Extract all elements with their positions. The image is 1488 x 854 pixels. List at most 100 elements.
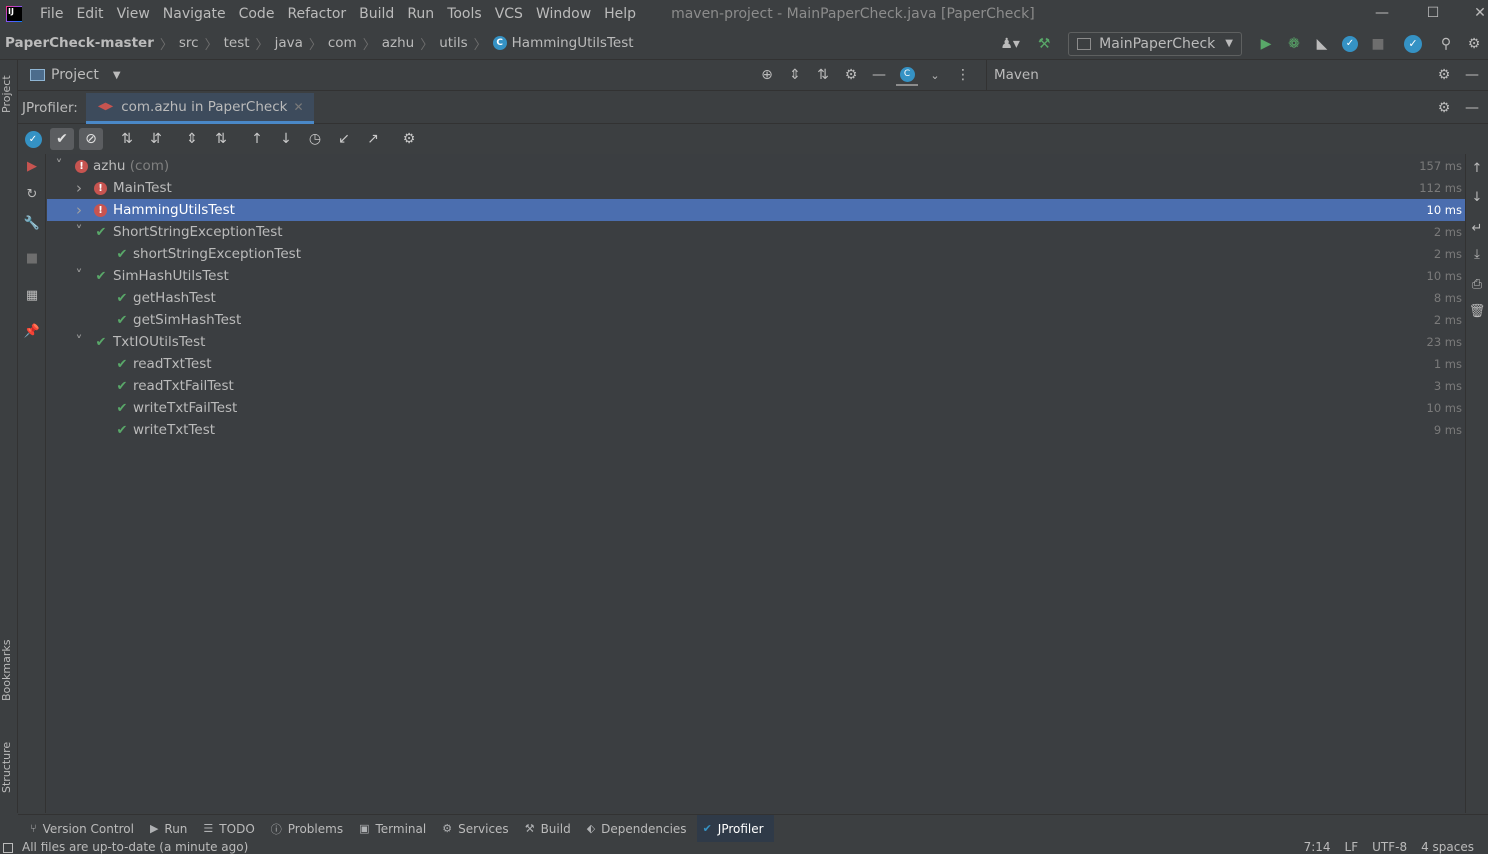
user-account-icon[interactable]: ♟▾ (993, 33, 1027, 55)
chevron-down-icon[interactable]: ˅ (53, 158, 65, 174)
sort-by-duration-icon[interactable]: ⇵ (144, 128, 168, 150)
chevron-down-icon[interactable]: ⌄ (924, 64, 946, 86)
stop-icon[interactable]: ■ (1367, 33, 1389, 55)
menu-view[interactable]: View (117, 6, 150, 22)
show-passed-toggle-icon[interactable]: ✔ (50, 128, 74, 150)
scroll-up-arrow-icon[interactable]: ↑ (1467, 160, 1487, 178)
breadcrumb-project[interactable]: PaperCheck-master (5, 35, 154, 51)
stop-icon[interactable]: ■ (23, 250, 41, 268)
bottom-tab-services[interactable]: ⚙ Services (436, 815, 518, 843)
profile-jprofiler-icon[interactable]: ✓ (1339, 33, 1361, 55)
bottom-tab-run[interactable]: ▶ Run (144, 815, 197, 843)
menu-edit[interactable]: Edit (76, 6, 103, 22)
menu-vcs[interactable]: VCS (495, 6, 523, 22)
status-checkbox-icon[interactable] (3, 843, 13, 853)
locate-crosshair-icon[interactable]: ⊕ (756, 64, 778, 86)
caret-position[interactable]: 7:14 (1304, 842, 1331, 854)
close-window-icon[interactable]: ✕ (1470, 3, 1488, 23)
chevron-down-icon[interactable]: ˅ (73, 224, 85, 240)
previous-failed-test-icon[interactable]: ↑ (245, 128, 269, 150)
menu-refactor[interactable]: Refactor (287, 6, 346, 22)
run-configuration-selector[interactable]: MainPaperCheck ▼ (1068, 31, 1242, 56)
collapse-all-icon[interactable]: ⇅ (209, 128, 233, 150)
bottom-tab-version-control[interactable]: ⑂ Version Control (24, 815, 144, 843)
scroll-to-end-icon[interactable]: ⤓ (1467, 246, 1487, 264)
run-icon[interactable]: ▶ (1255, 33, 1277, 55)
jprofiler-attach-icon[interactable]: ✓ (1402, 33, 1424, 55)
trash-icon[interactable]: 🗑 (1467, 303, 1487, 321)
chevron-down-icon[interactable]: ˅ (73, 334, 85, 350)
rerun-failed-tests-icon[interactable]: ▶ (23, 158, 41, 176)
bottom-tab-terminal[interactable]: ▣ Terminal (353, 815, 436, 843)
menu-file[interactable]: File (40, 6, 63, 22)
test-tree-row[interactable]: ›! HammingUtilsTest 10 ms (47, 199, 1465, 221)
settings-gear-icon[interactable]: ⚙ (1463, 33, 1485, 55)
gear-icon[interactable]: ⚙ (1433, 64, 1455, 86)
wrench-icon[interactable]: 🔧 (23, 215, 41, 233)
show-ignored-toggle-icon[interactable]: ⊘ (79, 128, 103, 150)
test-tree-row[interactable]: ✔ getHashTest 8 ms (47, 287, 1465, 309)
menu-help[interactable]: Help (604, 6, 636, 22)
next-failed-test-icon[interactable]: ↓ (274, 128, 298, 150)
jprofiler-tab-icon[interactable]: C (896, 64, 918, 86)
collapse-all-icon[interactable]: ⇅ (812, 64, 834, 86)
menu-run[interactable]: Run (407, 6, 434, 22)
project-panel-title[interactable]: Project (51, 67, 99, 83)
soft-wrap-icon[interactable]: ↵ (1467, 220, 1487, 238)
chevron-down-icon[interactable]: ▼ (113, 70, 121, 81)
structure-stripe-tab[interactable]: Structure (0, 732, 18, 802)
minimize-window-icon[interactable]: — (1372, 3, 1392, 23)
debug-bug-icon[interactable]: ❁ (1283, 33, 1305, 55)
expand-all-icon[interactable]: ⇕ (784, 64, 806, 86)
breadcrumb-azhu[interactable]: azhu (382, 35, 414, 51)
expand-all-icon[interactable]: ⇕ (180, 128, 204, 150)
scroll-down-arrow-icon[interactable]: ↓ (1467, 189, 1487, 207)
coverage-icon[interactable]: ◣ (1311, 33, 1333, 55)
test-tree-row[interactable]: ˅ ✔ ShortStringExceptionTest 2 ms (47, 221, 1465, 243)
test-tree-row[interactable]: ✔ readTxtTest 1 ms (47, 353, 1465, 375)
close-tab-icon[interactable]: ✕ (293, 100, 303, 114)
menu-navigate[interactable]: Navigate (163, 6, 226, 22)
hide-panel-icon[interactable]: — (1461, 97, 1483, 119)
sort-alphabetically-icon[interactable]: ⇅ (115, 128, 139, 150)
import-tests-icon[interactable]: ↙ (332, 128, 356, 150)
chevron-right-icon[interactable]: › (73, 179, 85, 197)
pin-icon[interactable]: 📌 (23, 323, 41, 341)
test-tree-row[interactable]: ˅! azhu (com) 157 ms (47, 155, 1465, 177)
gear-icon[interactable]: ⚙ (1433, 97, 1455, 119)
menu-window[interactable]: Window (536, 6, 591, 22)
bottom-tab-jprofiler[interactable]: ✔ JProfiler (696, 814, 774, 843)
maven-panel-title[interactable]: Maven (994, 67, 1039, 83)
line-ending[interactable]: LF (1345, 842, 1359, 854)
breadcrumb-test[interactable]: test (224, 35, 250, 51)
bottom-tab-build[interactable]: ⚒ Build (519, 815, 581, 843)
chevron-down-icon[interactable]: ˅ (73, 268, 85, 284)
bottom-tab-dependencies[interactable]: ⬖ Dependencies (581, 815, 697, 843)
indent-setting[interactable]: 4 spaces (1421, 842, 1474, 854)
breadcrumb-current-class[interactable]: C HammingUtilsTest (492, 35, 634, 51)
more-options-icon[interactable]: ⋮ (952, 64, 974, 86)
menu-build[interactable]: Build (359, 6, 394, 22)
test-tree-row[interactable]: ˅ ✔ TxtIOUtilsTest 23 ms (47, 331, 1465, 353)
bookmarks-stripe-tab[interactable]: Bookmarks (0, 630, 18, 710)
tab-com-azhu-in-papercheck[interactable]: ◀▶ com.azhu in PaperCheck ✕ (85, 92, 314, 124)
file-encoding[interactable]: UTF-8 (1372, 842, 1407, 854)
gear-icon[interactable]: ⚙ (840, 64, 862, 86)
maximize-window-icon[interactable]: ☐ (1423, 3, 1443, 23)
test-history-clock-icon[interactable]: ◷ (303, 128, 327, 150)
test-settings-gear-icon[interactable]: ⚙ (397, 128, 421, 150)
test-tree-row[interactable]: ✔ writeTxtTest 9 ms (47, 419, 1465, 441)
test-tree-row[interactable]: ✔ shortStringExceptionTest 2 ms (47, 243, 1465, 265)
chevron-right-icon[interactable]: › (73, 201, 85, 219)
breadcrumb-java[interactable]: java (275, 35, 303, 51)
breadcrumb-utils[interactable]: utils (439, 35, 467, 51)
bottom-tab-todo[interactable]: ☰ TODO (197, 815, 264, 843)
print-icon[interactable]: ⎙ (1467, 276, 1487, 294)
test-tree-row[interactable]: ˅ ✔ SimHashUtilsTest 10 ms (47, 265, 1465, 287)
hide-panel-icon[interactable]: — (868, 64, 890, 86)
menu-code[interactable]: Code (239, 6, 275, 22)
breadcrumb-com[interactable]: com (328, 35, 357, 51)
build-hammer-icon[interactable]: ⚒ (1033, 33, 1055, 55)
jprofiler-rerun-icon[interactable]: ✓ (21, 128, 45, 150)
menu-tools[interactable]: Tools (447, 6, 482, 22)
